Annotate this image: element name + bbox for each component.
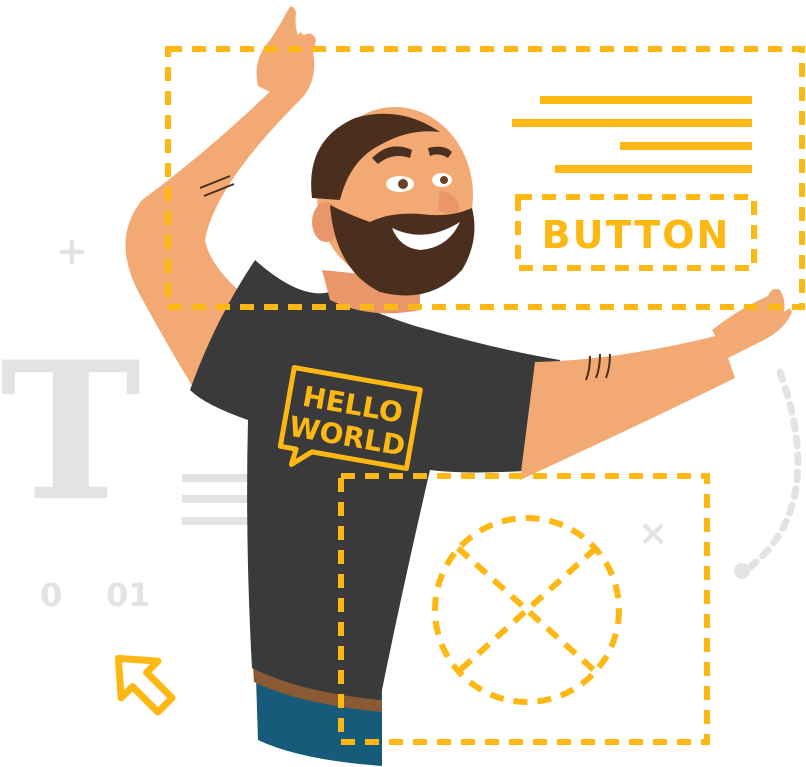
text-line <box>555 165 752 173</box>
text-tool-icon: T <box>0 320 141 543</box>
extended-hand <box>712 288 792 358</box>
text-line <box>512 119 752 127</box>
button-label: BUTTON <box>542 213 731 257</box>
placeholder-circle <box>432 515 622 705</box>
text-line <box>540 96 752 104</box>
close-icon: × <box>638 513 668 554</box>
hello-world-illustration: + T 0 01 × HELLO WORLD BUTTON <box>0 6 805 766</box>
binary-digit: 01 <box>106 576 151 614</box>
cursor-arrow-icon <box>114 654 176 716</box>
dotted-curve-deco <box>741 368 802 575</box>
text-line-deco <box>182 474 252 482</box>
extended-arm <box>520 335 735 480</box>
dot-deco <box>734 563 750 579</box>
text-line <box>620 142 752 150</box>
text-line-deco <box>182 517 252 525</box>
wireframe-button[interactable]: BUTTON <box>515 194 757 271</box>
pupil <box>440 176 448 184</box>
binary-digit: 0 <box>40 576 62 614</box>
pupil <box>398 179 408 189</box>
plus-icon: + <box>56 229 88 273</box>
